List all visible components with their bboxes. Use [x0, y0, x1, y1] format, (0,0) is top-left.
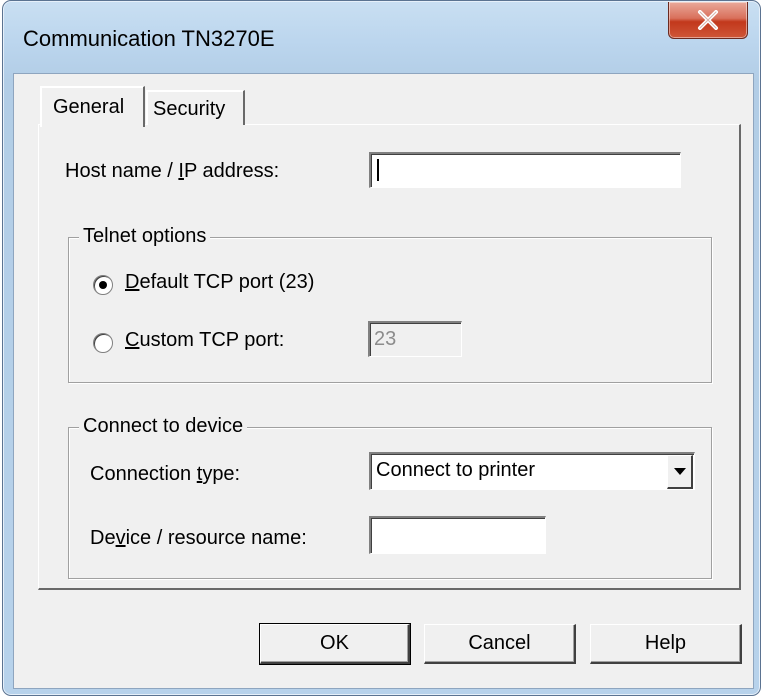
device-resource-name-label: Device / resource name: — [90, 527, 307, 549]
custom-port-radio[interactable] — [93, 333, 113, 353]
connect-to-device-group-label: Connect to device — [79, 415, 248, 438]
telnet-options-group — [68, 237, 712, 383]
help-button[interactable]: Help — [590, 624, 742, 664]
connection-type-value: Connect to printer — [376, 459, 535, 481]
custom-port-label: Custom TCP port: — [125, 329, 285, 351]
ok-button[interactable]: OK — [259, 623, 411, 665]
connection-type-label: Connection type: — [90, 463, 241, 485]
cancel-button[interactable]: Cancel — [424, 624, 576, 664]
connection-type-dropdown[interactable]: Connect to printer — [369, 452, 695, 490]
host-name-input[interactable] — [369, 152, 681, 188]
tab-security[interactable]: Security — [146, 90, 245, 125]
default-port-label: Default TCP port (23) — [125, 271, 315, 293]
text-caret — [377, 159, 379, 181]
device-resource-name-input[interactable] — [369, 516, 546, 554]
host-name-label: Host name / IP address: — [65, 160, 280, 182]
window-title: Communication TN3270E — [23, 26, 275, 51]
connect-to-device-group — [68, 427, 712, 579]
tab-security-label: Security — [153, 98, 226, 120]
chevron-down-icon — [673, 468, 686, 475]
dropdown-arrow-button[interactable] — [667, 455, 693, 489]
telnet-options-group-label: Telnet options — [79, 225, 211, 248]
tab-general-label: General — [53, 96, 125, 118]
tab-general[interactable]: General — [40, 86, 145, 127]
default-port-radio[interactable] — [93, 275, 113, 295]
custom-port-input[interactable] — [368, 321, 462, 357]
close-button[interactable] — [668, 2, 748, 39]
close-icon — [698, 10, 718, 30]
radio-selected-dot — [99, 281, 107, 289]
